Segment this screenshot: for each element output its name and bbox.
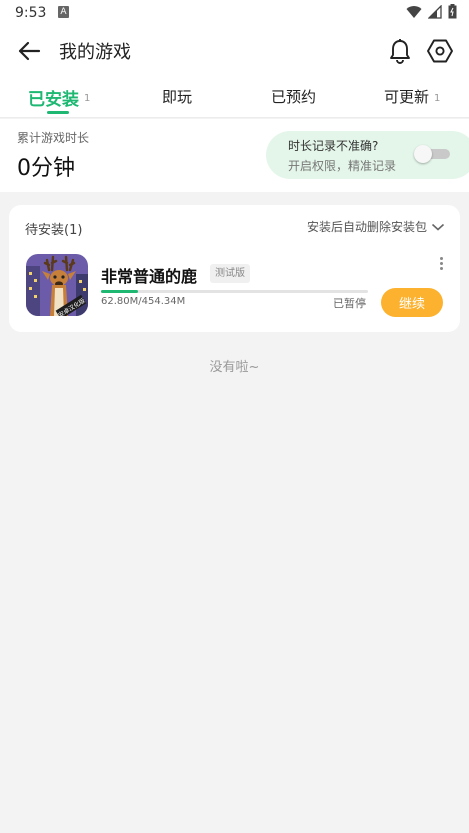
tab-reserved-label: 已预约 xyxy=(271,88,317,106)
toggle-knob xyxy=(414,145,432,163)
tab-installed-count: 1 xyxy=(84,93,91,104)
tab-updatable-count: 1 xyxy=(434,93,441,104)
back-arrow-icon xyxy=(18,41,41,61)
notification-icon: A xyxy=(58,6,69,18)
status-time: 9:53 xyxy=(15,5,47,21)
download-size-text: 62.80M/454.34M xyxy=(101,296,186,307)
tab-instant-play-label: 即玩 xyxy=(162,88,193,106)
active-tab-indicator xyxy=(47,111,69,114)
status-icons xyxy=(406,4,457,19)
test-version-badge: 测试版 xyxy=(210,264,250,283)
tab-updatable[interactable]: 可更新 1 xyxy=(384,76,440,118)
game-icon[interactable]: 安卓汉化版 xyxy=(26,254,88,316)
end-of-list-text: 没有啦~ xyxy=(209,360,260,375)
download-progress-bar xyxy=(101,290,368,293)
battery-icon xyxy=(448,4,457,19)
tab-updatable-label: 可更新 xyxy=(384,88,430,106)
playtime-value: 0分钟 xyxy=(17,156,75,181)
more-dot xyxy=(439,266,443,270)
status-bar: 9:53 A xyxy=(0,0,469,26)
more-dot xyxy=(439,261,443,265)
page-title: 我的游戏 xyxy=(59,42,131,63)
game-name: 非常普通的鹿 xyxy=(101,267,198,286)
tab-installed-label: 已安装 xyxy=(28,90,79,110)
continue-button[interactable]: 继续 xyxy=(381,288,443,317)
wifi-icon xyxy=(406,5,422,18)
signal-icon xyxy=(428,4,442,19)
permission-hint-title: 时长记录不准确? xyxy=(288,139,379,153)
back-button[interactable] xyxy=(14,36,44,66)
tab-instant-play[interactable]: 即玩 xyxy=(162,76,192,118)
playtime-summary: 累计游戏时长 0分钟 时长记录不准确? 开启权限，精准记录 xyxy=(0,119,469,192)
settings-button[interactable] xyxy=(425,36,455,66)
auto-delete-label: 安装后自动删除安装包 xyxy=(306,220,427,234)
tab-reserved[interactable]: 已预约 xyxy=(271,76,316,118)
chevron-down-icon xyxy=(431,223,445,231)
permission-hint-subtitle: 开启权限，精准记录 xyxy=(288,159,397,173)
tab-bar: 已安装 1 即玩 已预约 可更新 1 xyxy=(0,76,469,118)
permission-hint[interactable]: 时长记录不准确? 开启权限，精准记录 xyxy=(266,131,469,179)
pending-install-card: 待安装(1) 安装后自动删除安装包 安卓汉化版 非常普通的鹿 测试版 62.80… xyxy=(9,205,460,332)
auto-delete-option[interactable]: 安装后自动删除安装包 xyxy=(307,218,445,235)
settings-hex-icon xyxy=(427,39,453,63)
playtime-label: 累计游戏时长 xyxy=(17,131,90,145)
app-header: 我的游戏 xyxy=(0,26,469,76)
bell-icon xyxy=(390,39,410,64)
permission-toggle[interactable] xyxy=(414,145,450,163)
pending-install-title: 待安装(1) xyxy=(25,223,83,238)
download-progress-fill xyxy=(101,290,138,293)
more-dot xyxy=(439,256,443,260)
more-options-button[interactable] xyxy=(436,253,446,273)
download-status: 已暂停 xyxy=(333,297,366,310)
notifications-button[interactable] xyxy=(385,36,415,66)
